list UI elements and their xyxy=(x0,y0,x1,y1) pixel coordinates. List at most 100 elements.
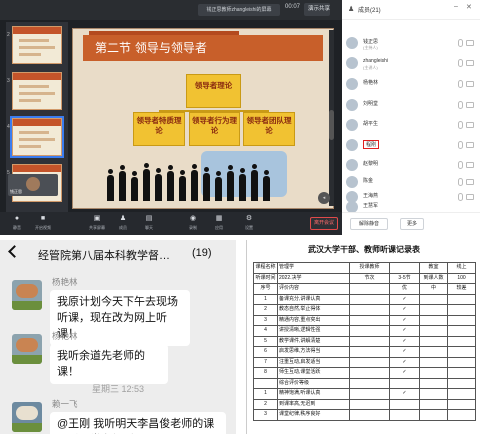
table-cell: 教室 xyxy=(419,262,448,274)
slide-header: 第二节 领导与领导者 xyxy=(83,35,323,61)
video-button[interactable]: ■ 开启视频 xyxy=(32,214,54,234)
slide-thumbnail[interactable] xyxy=(12,72,62,110)
table-cell: 100 xyxy=(447,272,476,284)
avatar[interactable] xyxy=(12,402,42,432)
table-cell: 到课率高,无迟到 xyxy=(277,398,350,410)
members-button[interactable]: ♟ 成员 xyxy=(112,214,134,234)
present-share-button[interactable]: 演示共享 xyxy=(304,3,330,16)
mute-button[interactable]: ● 静音 xyxy=(6,214,28,234)
camera-preview: 钱正思 xyxy=(8,174,58,196)
table-cell xyxy=(419,335,448,347)
camera-icon[interactable] xyxy=(466,81,474,87)
business-people-image xyxy=(103,159,273,201)
table-cell: 管理学 xyxy=(277,262,350,274)
table-cell: 课堂纪律,秩序良好 xyxy=(277,409,350,421)
table-cell: 较差 xyxy=(447,283,476,295)
avatar[interactable] xyxy=(12,280,42,310)
record-button[interactable]: ◉ 录制 xyxy=(182,214,204,234)
slide-scrollbar[interactable] xyxy=(329,30,334,206)
camera-icon[interactable] xyxy=(466,102,474,108)
table-cell: 1 xyxy=(253,293,278,305)
avatar[interactable] xyxy=(12,334,42,364)
table-cell xyxy=(349,377,390,389)
people-icon: ♟ xyxy=(119,215,127,222)
camera-icon[interactable] xyxy=(466,179,474,185)
table-cell: 7 xyxy=(253,356,278,368)
leave-meeting-button[interactable]: 离开会议 xyxy=(310,217,338,230)
chat-icon: ▤ xyxy=(145,215,153,222)
apps-button[interactable]: ▦ 应用 xyxy=(208,214,230,234)
settings-button[interactable]: ⚙ 设置 xyxy=(238,214,260,234)
table-cell xyxy=(389,409,420,421)
table-cell: ✓ xyxy=(389,335,420,347)
message-bubble[interactable]: @王刚 我听明天李昌俊老师的课程后正常参加听课 xyxy=(50,412,226,434)
table-row: 7 注重互动,启发适当 ✓ xyxy=(253,356,476,368)
table-cell: 课程名称 xyxy=(253,262,278,274)
table-cell: 1 xyxy=(253,388,278,400)
table-cell: 教学课件,讲解清楚 xyxy=(277,335,350,347)
slide-thumbnail[interactable] xyxy=(12,26,62,64)
participant-row-highlighted[interactable]: 程刚 xyxy=(342,138,480,154)
table-cell: 3 xyxy=(253,409,278,421)
table-row: 3 课堂纪律,秩序良好 xyxy=(253,409,476,421)
mic-icon[interactable] xyxy=(458,39,463,47)
camera-icon[interactable] xyxy=(466,60,474,66)
participant-row[interactable]: 胡平生 xyxy=(342,118,480,134)
table-cell: 节次 xyxy=(349,272,390,284)
table-cell: 精通内容,重点突出 xyxy=(277,314,350,326)
record-icon: ◉ xyxy=(189,215,197,222)
slide-heading: 第二节 领导与领导者 xyxy=(95,41,207,55)
participant-row[interactable]: 王慧军 xyxy=(342,200,480,212)
table-cell xyxy=(349,335,390,347)
unmute-all-button[interactable]: 解除静音 xyxy=(350,218,388,230)
participant-row[interactable]: 陈金 xyxy=(342,175,480,191)
avatar xyxy=(346,139,358,151)
table-cell xyxy=(447,304,476,316)
back-icon[interactable] xyxy=(8,245,21,258)
table-cell: 讲授清晰,逻辑性强 xyxy=(277,325,350,337)
table-cell: 4 xyxy=(253,325,278,337)
participant-row[interactable]: zhangleishi (主讲人) xyxy=(342,56,480,72)
mic-icon[interactable] xyxy=(458,59,463,67)
theory-box-main: 领导者理论 xyxy=(186,74,241,108)
table-cell: 3-5节 xyxy=(389,272,420,284)
avatar xyxy=(346,201,358,212)
close-icon[interactable]: ✕ xyxy=(466,3,472,11)
table-cell xyxy=(419,398,448,410)
table-cell xyxy=(447,356,476,368)
message-bubble[interactable]: 我听余道先老师的课！ xyxy=(50,344,168,384)
theory-box-behavior: 领导者行为理论 xyxy=(189,112,240,146)
mic-icon[interactable] xyxy=(458,121,463,129)
avatar xyxy=(346,57,358,69)
camera-icon[interactable] xyxy=(466,40,474,46)
participant-row[interactable]: 钱正思 (主持人) xyxy=(342,36,480,52)
table-cell: ✓ xyxy=(389,388,420,400)
theory-box-trait: 领导者特质理论 xyxy=(133,112,185,146)
participant-row[interactable]: 杨艳林 xyxy=(342,77,480,93)
table-cell xyxy=(419,367,448,379)
camera-icon[interactable] xyxy=(466,162,474,168)
mic-icon[interactable] xyxy=(458,101,463,109)
camera-icon[interactable] xyxy=(466,122,474,128)
table-cell xyxy=(349,325,390,337)
table-cell xyxy=(419,325,448,337)
slide-thumbnail-selected[interactable] xyxy=(10,116,64,158)
mic-icon[interactable] xyxy=(458,178,463,186)
camera-icon[interactable] xyxy=(466,142,474,148)
participant-panel: ♟ 成员(21) – ✕ 钱正思 (主持人) zhangleishi (主讲人) 杨… xyxy=(342,0,480,235)
table-cell: 精神饱满,听课认真 xyxy=(277,388,350,400)
minimize-icon[interactable]: – xyxy=(454,3,458,10)
mic-icon[interactable] xyxy=(458,80,463,88)
table-cell: 注重互动,启发适当 xyxy=(277,356,350,368)
share-icon: ▣ xyxy=(93,215,101,222)
expand-icon[interactable]: ◂ xyxy=(318,192,330,204)
mic-icon[interactable] xyxy=(458,141,463,149)
chat-button[interactable]: ▤ 聊天 xyxy=(138,214,160,234)
participant-row[interactable]: 刘明堂 xyxy=(342,98,480,114)
form-title: 武汉大学干部、教师听课记录表 xyxy=(308,245,420,254)
table-cell xyxy=(349,367,390,379)
participant-row[interactable]: 赵黎明 xyxy=(342,158,480,174)
more-button[interactable]: 更多 xyxy=(400,218,424,230)
share-screen-button[interactable]: ▣ 共享屏幕 xyxy=(86,214,108,234)
mic-icon[interactable] xyxy=(458,161,463,169)
